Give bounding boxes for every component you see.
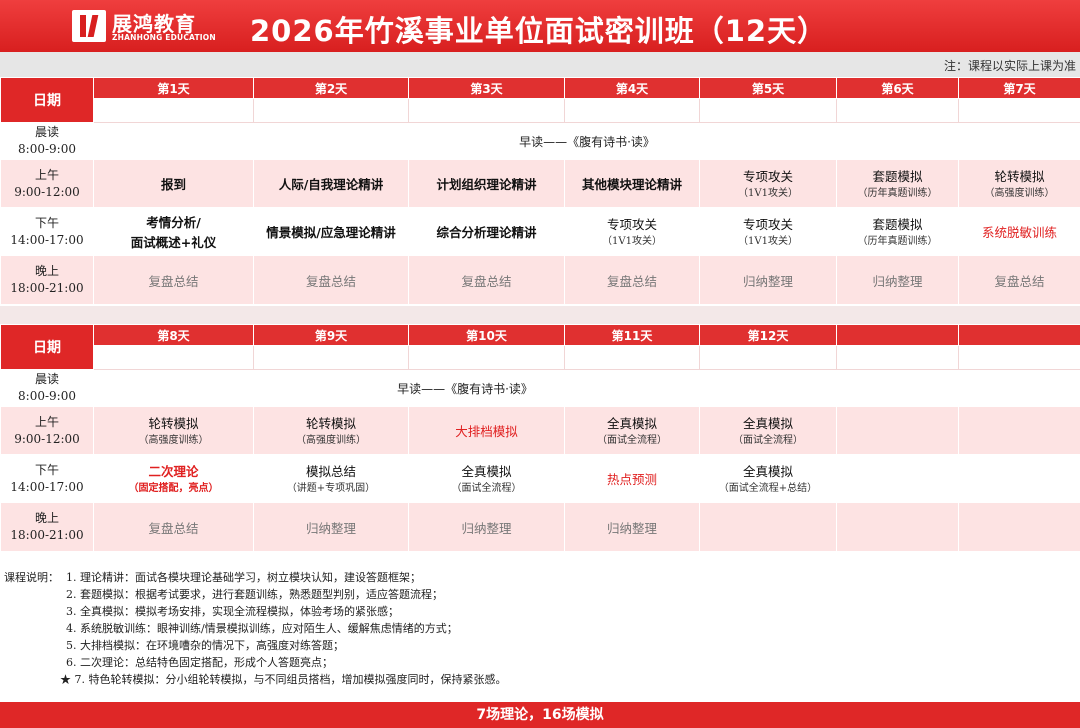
- row-label-eve: 晚上 18:00-21:00: [0, 255, 94, 305]
- schedule-cell: 计划组织理论精讲: [408, 159, 565, 208]
- schedule-cell: 套题模拟 （历年真题训练）: [836, 159, 959, 208]
- date-header: 日期: [0, 77, 94, 123]
- schedule-cell: [836, 454, 959, 503]
- schedule-cell: 归纳整理: [408, 502, 565, 552]
- schedule-note: 注：课程以实际上课为准: [943, 59, 1076, 73]
- schedule-cell: 轮转模拟 （高强度训练）: [958, 159, 1080, 208]
- schedule-cell: 全真模拟 （面试全流程）: [564, 406, 700, 455]
- note-bar: 注：课程以实际上课为准: [0, 52, 1080, 77]
- day-header: 第10天: [408, 324, 565, 346]
- schedule-cell: 情景模拟/应急理论精讲: [253, 207, 409, 256]
- header-banner: 展鸿教育 ZHANHONG EDUCATION 2026年竹溪事业单位面试密训班…: [0, 0, 1080, 52]
- schedule-cell: [836, 406, 959, 455]
- schedule-cell: 轮转模拟 （高强度训练）: [93, 406, 254, 455]
- schedule-cell: 二次理论 （固定搭配，亮点）: [93, 454, 254, 503]
- schedule-cell: 全真模拟 （面试全流程+总结）: [699, 454, 837, 503]
- schedule-cell: 考情分析/面试概述+礼仪: [93, 207, 254, 256]
- schedule-cell: 复盘总结: [93, 502, 254, 552]
- schedule-cell: 模拟总结 （讲题+专项巩固）: [253, 454, 409, 503]
- legend-prefix: 课程说明：: [4, 571, 59, 584]
- legend-item: 3. 全真模拟：模拟考场安排，实现全流程模拟，体验考场的紧张感；: [66, 605, 399, 618]
- schedule-cell: 人际/自我理论精讲: [253, 159, 409, 208]
- schedule-cell: 复盘总结: [408, 255, 565, 305]
- logo-mark-icon: [72, 10, 106, 42]
- schedule-cell: 专项攻关 （1V1攻关）: [699, 159, 837, 208]
- schedule-cell: [958, 406, 1080, 455]
- row-label-early: 晨读 8:00-9:00: [0, 369, 94, 407]
- schedule-cell: 大排档模拟: [408, 406, 565, 455]
- day-header: 第2天: [253, 77, 409, 99]
- schedule-cell: [958, 454, 1080, 503]
- schedule-cell: 套题模拟 （历年真题训练）: [836, 207, 959, 256]
- row-label-early: 晨读 8:00-9:00: [0, 122, 94, 160]
- schedule-table-week2: 日期 第8天 第9天 第10天 第11天 第12天 晨读 8:00-9:00 早读…: [0, 324, 1080, 552]
- schedule-cell: 全真模拟 （面试全流程）: [699, 406, 837, 455]
- schedule-cell: 复盘总结: [93, 255, 254, 305]
- legend-item: 6. 二次理论：总结特色固定搭配，形成个人答题亮点；: [66, 656, 333, 669]
- day-header: 第12天: [699, 324, 837, 346]
- legend-item: 2. 套题模拟：根据考试要求，进行套题训练，熟悉题型判别，适应答题流程；: [66, 588, 443, 601]
- day-header: 第1天: [93, 77, 254, 99]
- day-header: 第11天: [564, 324, 700, 346]
- schedule-cell: 专项攻关 （1V1攻关）: [699, 207, 837, 256]
- schedule-cell: 全真模拟 （面试全流程）: [408, 454, 565, 503]
- brand-logo: 展鸿教育 ZHANHONG EDUCATION: [72, 6, 216, 46]
- day-header: 第6天: [836, 77, 959, 99]
- schedule-cell: 复盘总结: [253, 255, 409, 305]
- schedule-cell: 归纳整理: [253, 502, 409, 552]
- day-header: [958, 324, 1080, 346]
- day-header: 第7天: [958, 77, 1080, 99]
- day-header: 第9天: [253, 324, 409, 346]
- schedule-cell: [836, 502, 959, 552]
- schedule-cell: 综合分析理论精讲: [408, 207, 565, 256]
- schedule-cell: 报到: [93, 159, 254, 208]
- section-gap: [0, 306, 1080, 324]
- row-label-pm: 下午 14:00-17:00: [0, 207, 94, 256]
- schedule-cell: 专项攻关 （1V1攻关）: [564, 207, 700, 256]
- date-header: 日期: [0, 324, 94, 370]
- schedule-cell: [699, 502, 837, 552]
- footer-summary: 7场理论，16场模拟: [0, 702, 1080, 728]
- page-title: 2026年竹溪事业单位面试密训班（12天）: [250, 14, 828, 48]
- legend-item: 1. 理论精讲：面试各模块理论基础学习，树立模块认知，建设答题框架；: [66, 571, 421, 584]
- legend-item: ★ 7. 特色轮转模拟：分小组轮转模拟，与不同组员搭档，增加模拟强度同时，保持紧…: [60, 673, 507, 686]
- early-reading-cell: 早读——《腹有诗书·读》: [93, 122, 1080, 160]
- schedule-cell: 轮转模拟 （高强度训练）: [253, 406, 409, 455]
- legend-item: 5. 大排档模拟：在环境嘈杂的情况下，高强度对练答题；: [66, 639, 344, 652]
- day-header: [836, 324, 959, 346]
- row-label-eve: 晚上 18:00-21:00: [0, 502, 94, 552]
- schedule-cell: 复盘总结: [958, 255, 1080, 305]
- day-header: 第5天: [699, 77, 837, 99]
- row-label-pm: 下午 14:00-17:00: [0, 454, 94, 503]
- schedule-cell: 归纳整理: [699, 255, 837, 305]
- schedule-cell: 其他模块理论精讲: [564, 159, 700, 208]
- schedule-cell: 系统脱敏训练: [958, 207, 1080, 256]
- schedule-cell: 归纳整理: [836, 255, 959, 305]
- row-label-am: 上午 9:00-12:00: [0, 406, 94, 455]
- brand-name-en: ZHANHONG EDUCATION: [112, 33, 216, 42]
- day-header: 第4天: [564, 77, 700, 99]
- schedule-cell: 复盘总结: [564, 255, 700, 305]
- day-header: 第8天: [93, 324, 254, 346]
- legend-item: 4. 系统脱敏训练：眼神训练/情景模拟训练，应对陌生人、缓解焦虑情绪的方式；: [66, 622, 458, 635]
- schedule-cell: 热点预测: [564, 454, 700, 503]
- schedule-table-week1: 日期 第1天 第2天 第3天 第4天 第5天 第6天 第7天 晨读 8:00-9:…: [0, 77, 1080, 305]
- early-reading-cell: 早读——《腹有诗书·读》: [93, 369, 837, 407]
- schedule-cell: 归纳整理: [564, 502, 700, 552]
- schedule-cell: [958, 502, 1080, 552]
- day-header: 第3天: [408, 77, 565, 99]
- row-label-am: 上午 9:00-12:00: [0, 159, 94, 208]
